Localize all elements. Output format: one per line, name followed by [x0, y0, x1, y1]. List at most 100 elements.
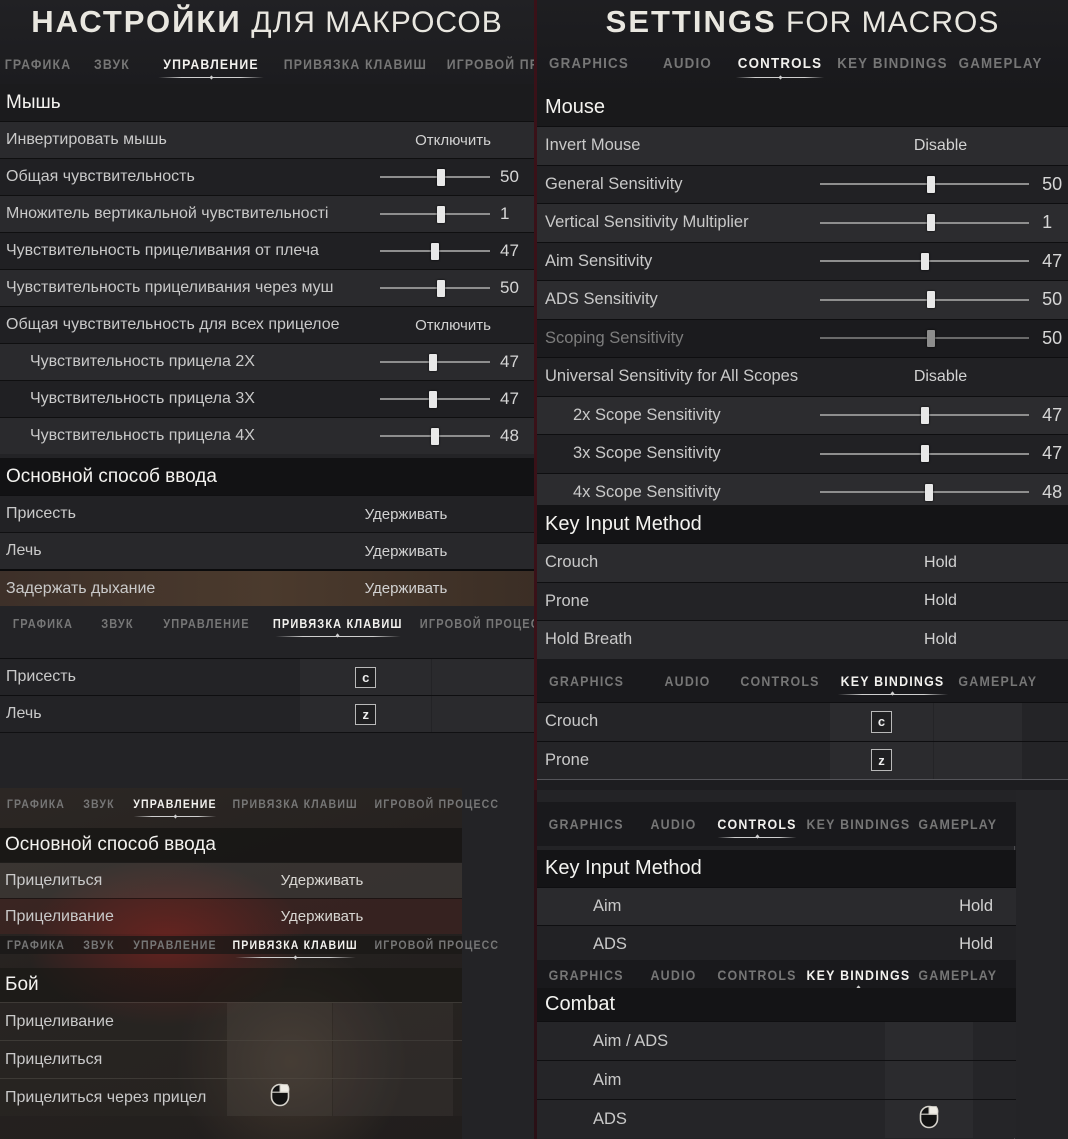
- tab2-gameplay-en[interactable]: GAMEPLAY: [958, 674, 1037, 689]
- row-3x-scope-sensitivity-ru[interactable]: Чувствительность прицела 3X 47: [0, 380, 534, 417]
- slider-thumb[interactable]: [926, 291, 935, 309]
- slider-vertical-multiplier-en[interactable]: [820, 204, 1030, 242]
- row-keybind-crouch-en[interactable]: Crouch c: [537, 702, 1068, 741]
- row-combat-aim-ru[interactable]: Прицелиться: [0, 1040, 462, 1078]
- tab3-audio-ru[interactable]: ЗВУК: [75, 797, 123, 811]
- tab-controls-ru[interactable]: УПРАВЛЕНИЕ: [156, 56, 267, 78]
- row-value[interactable]: Удерживать: [232, 872, 412, 889]
- row-vertical-multiplier-en[interactable]: Vertical Sensitivity Multiplier 1: [537, 203, 1068, 242]
- slider-thumb[interactable]: [428, 390, 437, 408]
- key-chip-z[interactable]: z: [871, 749, 892, 772]
- tab4-audio-en[interactable]: AUDIO: [638, 968, 709, 983]
- slider-2x-scope-en[interactable]: [820, 397, 1030, 435]
- row-invert-mouse-ru[interactable]: Инвертировать мышь Отключить: [0, 121, 534, 158]
- slider-thumb[interactable]: [926, 214, 935, 232]
- tab2-keybindings-ru[interactable]: ПРИВЯЗКА КЛАВИШ: [273, 617, 403, 637]
- row-combat-ads-en[interactable]: ADS: [537, 1099, 1016, 1138]
- keybind-secondary-cell[interactable]: [333, 1003, 453, 1040]
- slider-4x-scope-ru[interactable]: [380, 418, 490, 454]
- right-tab-bar[interactable]: GRAPHICS AUDIO CONTROLS KEY BINDINGS GAM…: [545, 54, 1060, 78]
- row-4x-scope-sensitivity-ru[interactable]: Чувствительность прицела 4X 48: [0, 417, 534, 454]
- tab-audio-ru[interactable]: ЗВУК: [80, 56, 143, 72]
- row-value[interactable]: Hold: [845, 935, 1005, 954]
- keybind-primary-cell[interactable]: [227, 1003, 332, 1040]
- tab-keybindings-en[interactable]: KEY BINDINGS: [835, 56, 950, 72]
- row-combat-aim-en[interactable]: Aim: [537, 1060, 1016, 1099]
- right-tab-bar-2[interactable]: GRAPHICS AUDIO CONTROLS KEY BINDINGS GAM…: [545, 671, 1060, 695]
- row-2x-scope-sensitivity-en[interactable]: 2x Scope Sensitivity 47: [537, 395, 1068, 435]
- keybind-primary-cell[interactable]: c: [830, 703, 933, 741]
- slider-3x-scope-ru[interactable]: [380, 381, 490, 417]
- row-crouch-input-ru[interactable]: Присесть Удерживать: [0, 495, 534, 532]
- row-keybind-prone-ru[interactable]: Лечь z: [0, 695, 534, 732]
- row-value[interactable]: Hold: [813, 554, 1068, 572]
- row-keybind-crouch-ru[interactable]: Присесть c: [0, 658, 534, 695]
- row-value[interactable]: Отключить: [378, 132, 528, 149]
- tab4-audio-ru[interactable]: ЗВУК: [75, 938, 123, 952]
- slider-thumb[interactable]: [924, 483, 933, 501]
- tab-gameplay-ru[interactable]: ИГРОВОЙ ПРОЦЕСС: [447, 56, 534, 72]
- tab2-audio-en[interactable]: AUDIO: [648, 674, 726, 689]
- row-value[interactable]: Удерживать: [306, 506, 506, 523]
- keybind-primary-cell[interactable]: [227, 1041, 332, 1078]
- slider-thumb[interactable]: [431, 242, 439, 260]
- slider-general-sensitivity-en[interactable]: [820, 166, 1030, 204]
- slider-aim-sensitivity-en[interactable]: [820, 243, 1030, 281]
- row-universal-scope-sensitivity-en[interactable]: Universal Sensitivity for All Scopes Dis…: [537, 357, 1068, 396]
- key-chip-c[interactable]: c: [871, 710, 892, 733]
- row-invert-mouse-en[interactable]: Invert Mouse Disable: [537, 126, 1068, 165]
- keybind-primary-cell[interactable]: [227, 1079, 332, 1116]
- row-value[interactable]: Hold: [845, 897, 1005, 916]
- slider-2x-scope-ru[interactable]: [380, 344, 490, 380]
- row-value[interactable]: Hold: [813, 592, 1068, 610]
- left-lower-tab-bar-2[interactable]: ГРАФИКА ЗВУК УПРАВЛЕНИЕ ПРИВЯЗКА КЛАВИШ …: [0, 936, 498, 958]
- keybind-primary-cell[interactable]: c: [300, 659, 432, 695]
- tab3-keybindings-ru[interactable]: ПРИВЯЗКА КЛАВИШ: [233, 797, 358, 811]
- row-hold-breath-input-ru[interactable]: Задержать дыхание Удерживать: [0, 569, 534, 606]
- row-ads-sensitivity-en[interactable]: ADS Sensitivity 50: [537, 280, 1068, 319]
- tab3-gameplay-ru[interactable]: ИГРОВОЙ ПРОЦЕСС: [375, 797, 500, 811]
- left-lower-tab-bar[interactable]: ГРАФИКА ЗВУК УПРАВЛЕНИЕ ПРИВЯЗКА КЛАВИШ …: [0, 795, 498, 817]
- tab-graphics-ru[interactable]: ГРАФИКА: [5, 56, 72, 72]
- keybind-secondary-cell[interactable]: [934, 741, 1022, 779]
- row-value[interactable]: Удерживать: [306, 580, 506, 597]
- tab-keybindings-ru[interactable]: ПРИВЯЗКА КЛАВИШ: [284, 56, 427, 72]
- slider-thumb[interactable]: [431, 427, 439, 445]
- row-prone-input-ru[interactable]: Лечь Удерживать: [0, 532, 534, 569]
- slider-thumb[interactable]: [436, 279, 445, 297]
- row-value[interactable]: Disable: [813, 137, 1068, 155]
- tab2-keybindings-en[interactable]: KEY BINDINGS: [835, 674, 950, 695]
- row-2x-scope-sensitivity-ru[interactable]: Чувствительность прицела 2X 47: [0, 343, 534, 380]
- slider-thumb[interactable]: [436, 168, 445, 186]
- mouse-right-icon[interactable]: [270, 1083, 290, 1112]
- row-prone-input-en[interactable]: Prone Hold: [537, 581, 1068, 620]
- row-aim-sensitivity-ru[interactable]: Чувствительность прицеливания от плеча 4…: [0, 232, 534, 269]
- tab4-keybindings-ru[interactable]: ПРИВЯЗКА КЛАВИШ: [233, 938, 358, 958]
- keybind-primary-cell[interactable]: [885, 1061, 973, 1099]
- keybind-secondary-cell[interactable]: [432, 659, 534, 695]
- key-chip-c[interactable]: c: [355, 666, 377, 688]
- row-ads-input-ru[interactable]: Прицеливание Удерживать: [0, 898, 462, 934]
- row-combat-ads-ru[interactable]: Прицелиться через прицел: [0, 1078, 462, 1116]
- tab2-gameplay-ru[interactable]: ИГРОВОЙ ПРОЦЕСС: [420, 617, 534, 631]
- row-aim-input-ru[interactable]: Прицелиться Удерживать: [0, 862, 462, 898]
- slider-general-sensitivity-ru[interactable]: [380, 159, 490, 195]
- slider-ads-sensitivity-ru[interactable]: [380, 270, 490, 306]
- row-value[interactable]: Удерживать: [232, 908, 412, 925]
- slider-3x-scope-en[interactable]: [820, 435, 1030, 473]
- row-ads-sensitivity-ru[interactable]: Чувствительность прицеливания через муш …: [0, 269, 534, 306]
- row-value[interactable]: Удерживать: [306, 543, 506, 560]
- right-lower-tab-bar-2[interactable]: GRAPHICS AUDIO CONTROLS KEY BINDINGS GAM…: [545, 965, 1007, 989]
- row-vertical-multiplier-ru[interactable]: Множитель вертикальной чувствительності …: [0, 195, 534, 232]
- tab3-audio-en[interactable]: AUDIO: [638, 817, 709, 832]
- tab3-controls-ru[interactable]: УПРАВЛЕНИЕ: [132, 797, 218, 817]
- tab4-keybindings-en[interactable]: KEY BINDINGS: [807, 968, 911, 989]
- tab2-graphics-ru[interactable]: ГРАФИКА: [5, 617, 81, 631]
- row-combat-aim-ads-en[interactable]: Aim / ADS: [537, 1021, 1016, 1060]
- row-aim-input-en[interactable]: Aim Hold: [537, 887, 1016, 925]
- right-lower-tab-bar[interactable]: GRAPHICS AUDIO CONTROLS KEY BINDINGS GAM…: [545, 814, 1007, 838]
- keybind-primary-cell[interactable]: z: [830, 741, 933, 779]
- tab2-controls-ru[interactable]: УПРАВЛЕНИЕ: [156, 617, 257, 631]
- tab3-gameplay-en[interactable]: GAMEPLAY: [918, 817, 997, 832]
- slider-thumb[interactable]: [436, 205, 445, 223]
